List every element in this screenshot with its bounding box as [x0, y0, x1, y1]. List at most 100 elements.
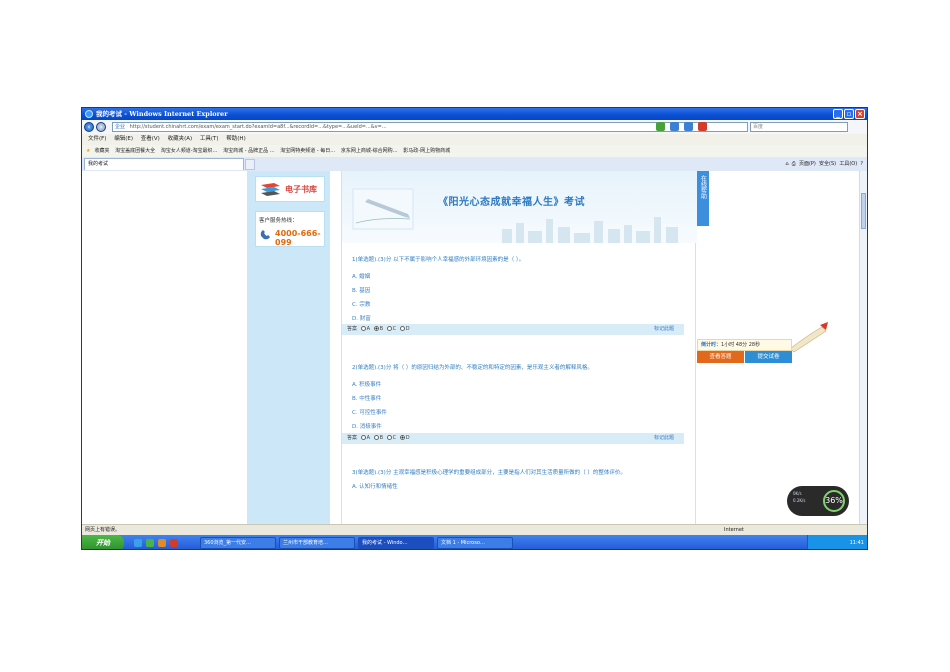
system-tray: 11:41 — [807, 535, 867, 549]
q2-option-c: C. 可控性事件 — [352, 410, 387, 416]
scroll-thumb[interactable] — [861, 193, 866, 229]
question-2: 2(单选题).(3)分 将（ ）的原因归结为外部的、不稳定的和特定的因素，是乐观… — [352, 363, 593, 430]
q3-option-a: A. 认知行和情绪性 — [352, 484, 398, 490]
url-text: http://student.chinahrt.com/exam/exam_st… — [129, 124, 387, 130]
q2-option-d: D. 消极事件 — [352, 424, 382, 430]
help-icon[interactable]: ? — [860, 161, 863, 167]
page-content: 电子书库 客户服务热线： 4000-666-099 《阳光心态成就幸福人生》考试 — [82, 171, 867, 524]
exam-banner: 《阳光心态成就幸福人生》考试 — [342, 171, 697, 243]
search-input[interactable]: 百度 — [750, 122, 848, 132]
q1-option-d: D. 财富 — [352, 316, 371, 322]
menu-view[interactable]: 查看(V) — [141, 136, 160, 142]
q2-radio-c[interactable] — [386, 435, 392, 440]
q2-option-b: B. 中性事件 — [352, 396, 382, 402]
forward-button[interactable]: › — [96, 122, 106, 132]
stop-icon[interactable] — [698, 122, 707, 131]
q2-radio-a-label: A — [366, 435, 371, 441]
task-button-1[interactable]: 360浏览_第一代安… — [200, 537, 276, 549]
q2-answer-label: 答案 — [347, 435, 358, 441]
service-title: 客户服务热线： — [259, 218, 298, 224]
command-bar: ⌂ ⎙ 页面(P) 安全(S) 工具(O) ? — [785, 157, 863, 171]
q1-mark-button[interactable]: 标记此题 — [654, 324, 674, 335]
q1-radio-c[interactable] — [386, 326, 392, 331]
fav-item-2[interactable]: 淘宝女人频道-淘宝最织… — [161, 148, 218, 154]
fav-item-5[interactable]: 京东网上商城-综合网购… — [341, 148, 398, 154]
menu-help[interactable]: 帮助(H) — [226, 136, 245, 142]
online-help-button[interactable]: 在线帮助 — [697, 171, 709, 226]
task-button-2[interactable]: 兰州市干部教育培… — [279, 537, 355, 549]
ebook-link[interactable]: 电子书库 — [255, 176, 325, 202]
view-answers-button[interactable]: 查看答题 — [697, 351, 744, 363]
question-2-text: 2(单选题).(3)分 将（ ）的原因归结为外部的、不稳定的和特定的因素，是乐观… — [352, 365, 593, 371]
q1-radio-b[interactable] — [373, 326, 379, 331]
address-bar: ‹ › 企业 http://student.chinahrt.com/exam/… — [82, 120, 867, 135]
taskbar: 开始 360浏览_第一代安… 兰州市干部教育培… 我的考试 - Windo… 文… — [82, 535, 867, 549]
q2-radio-a[interactable] — [360, 435, 366, 440]
tab-my-exam[interactable]: 我的考试 — [84, 158, 244, 170]
close-button[interactable]: × — [855, 109, 865, 119]
phone-icon — [260, 230, 270, 240]
left-panel: 电子书库 客户服务热线： 4000-666-099 — [247, 171, 330, 524]
question-3: 3(单选题).(3)分 主观幸福感是积极心理学的重要组成部分，主要是指人们对其生… — [352, 469, 672, 491]
trust-label: 企业 — [115, 124, 126, 130]
countdown: 倒计时：1小时 48分 28秒 — [697, 339, 792, 351]
tools-menu[interactable]: 工具(O) — [839, 161, 857, 167]
minimize-button[interactable]: _ — [833, 109, 843, 119]
safety-menu[interactable]: 安全(S) — [819, 161, 836, 167]
q2-radio-b[interactable] — [373, 435, 379, 440]
start-button[interactable]: 开始 — [82, 535, 124, 549]
fav-item-6[interactable]: 影马政-网上购物商城 — [403, 148, 450, 154]
countdown-label: 倒计时： — [701, 342, 722, 348]
menu-favorites[interactable]: 收藏夹(A) — [168, 136, 193, 142]
fav-item-3[interactable]: 淘宝商城 - 品牌正品 … — [223, 148, 275, 154]
q1-option-c: C. 宗教 — [352, 302, 371, 308]
maximize-button[interactable]: ▫ — [844, 109, 854, 119]
print-icon[interactable]: ⎙ — [792, 161, 796, 167]
menu-tools[interactable]: 工具(T) — [200, 136, 219, 142]
question-1: 1(单选题).(3)分 以下不属于影响个人幸福感的外部环境因素的是（ ）。 A.… — [352, 255, 524, 322]
quicklaunch-icon-4[interactable] — [170, 539, 178, 547]
new-tab-button[interactable] — [245, 159, 255, 170]
url-input[interactable]: 企业 http://student.chinahrt.com/exam/exam… — [112, 122, 748, 132]
quicklaunch-icon-1[interactable] — [134, 539, 142, 547]
refresh-icon[interactable] — [670, 122, 679, 131]
q1-radio-c-label: C — [392, 326, 397, 332]
network-speed-widget[interactable]: 0K/s 0.2K/s 36% — [787, 486, 849, 516]
fav-item-4[interactable]: 淘宝网特卖频道 - 每日… — [280, 148, 335, 154]
back-button[interactable]: ‹ — [84, 122, 94, 132]
menu-file[interactable]: 文件(F) — [88, 136, 106, 142]
city-illustration — [502, 217, 678, 243]
q1-radio-a[interactable] — [360, 326, 366, 331]
task-button-3[interactable]: 我的考试 - Windo… — [358, 537, 434, 549]
fav-item-1[interactable]: 淘宝盖底团餐大全 — [115, 148, 155, 154]
rss-icon[interactable] — [684, 122, 693, 131]
timer-box: 倒计时：1小时 48分 28秒 查看答题 提交试卷 — [697, 339, 792, 367]
q2-mark-button[interactable]: 标记此题 — [654, 433, 674, 444]
clock[interactable]: 11:41 — [850, 540, 864, 546]
q1-answer-bar: 答案 A B C D 标记此题 — [342, 324, 684, 335]
q2-radio-d-label: D — [405, 435, 410, 441]
countdown-value: 1小时 48分 28秒 — [721, 342, 761, 348]
favorites-star-icon: ★ — [86, 148, 91, 154]
compat-icon[interactable] — [656, 122, 665, 131]
home-icon[interactable]: ⌂ — [785, 161, 788, 167]
quicklaunch-icon-3[interactable] — [158, 539, 166, 547]
q2-radio-d[interactable] — [399, 435, 405, 440]
speed-percent: 36% — [823, 490, 845, 512]
submit-exam-button[interactable]: 提交试卷 — [745, 351, 792, 363]
q2-radio-c-label: C — [392, 435, 397, 441]
page-menu[interactable]: 页面(P) — [799, 161, 816, 167]
tab-bar: 我的考试 ⌂ ⎙ 页面(P) 安全(S) 工具(O) ? — [82, 157, 867, 172]
q2-radio-b-label: B — [379, 435, 384, 441]
favorites-button[interactable]: 收藏夹 — [94, 148, 109, 154]
vertical-scrollbar[interactable] — [859, 171, 867, 524]
task-button-4[interactable]: 文档 1 - Microso… — [437, 537, 513, 549]
exam-panel: 《阳光心态成就幸福人生》考试 1(单选题).(3)分 以下不属于影响个人幸福感的… — [341, 171, 697, 524]
q2-option-a: A. 积极事件 — [352, 382, 382, 388]
quicklaunch-icon-2[interactable] — [146, 539, 154, 547]
tab-label: 我的考试 — [88, 161, 109, 167]
service-box: 客户服务热线： 4000-666-099 — [255, 211, 325, 247]
q1-radio-d[interactable] — [399, 326, 405, 331]
question-1-text: 1(单选题).(3)分 以下不属于影响个人幸福感的外部环境因素的是（ ）。 — [352, 257, 525, 263]
menu-edit[interactable]: 编辑(E) — [114, 136, 133, 142]
